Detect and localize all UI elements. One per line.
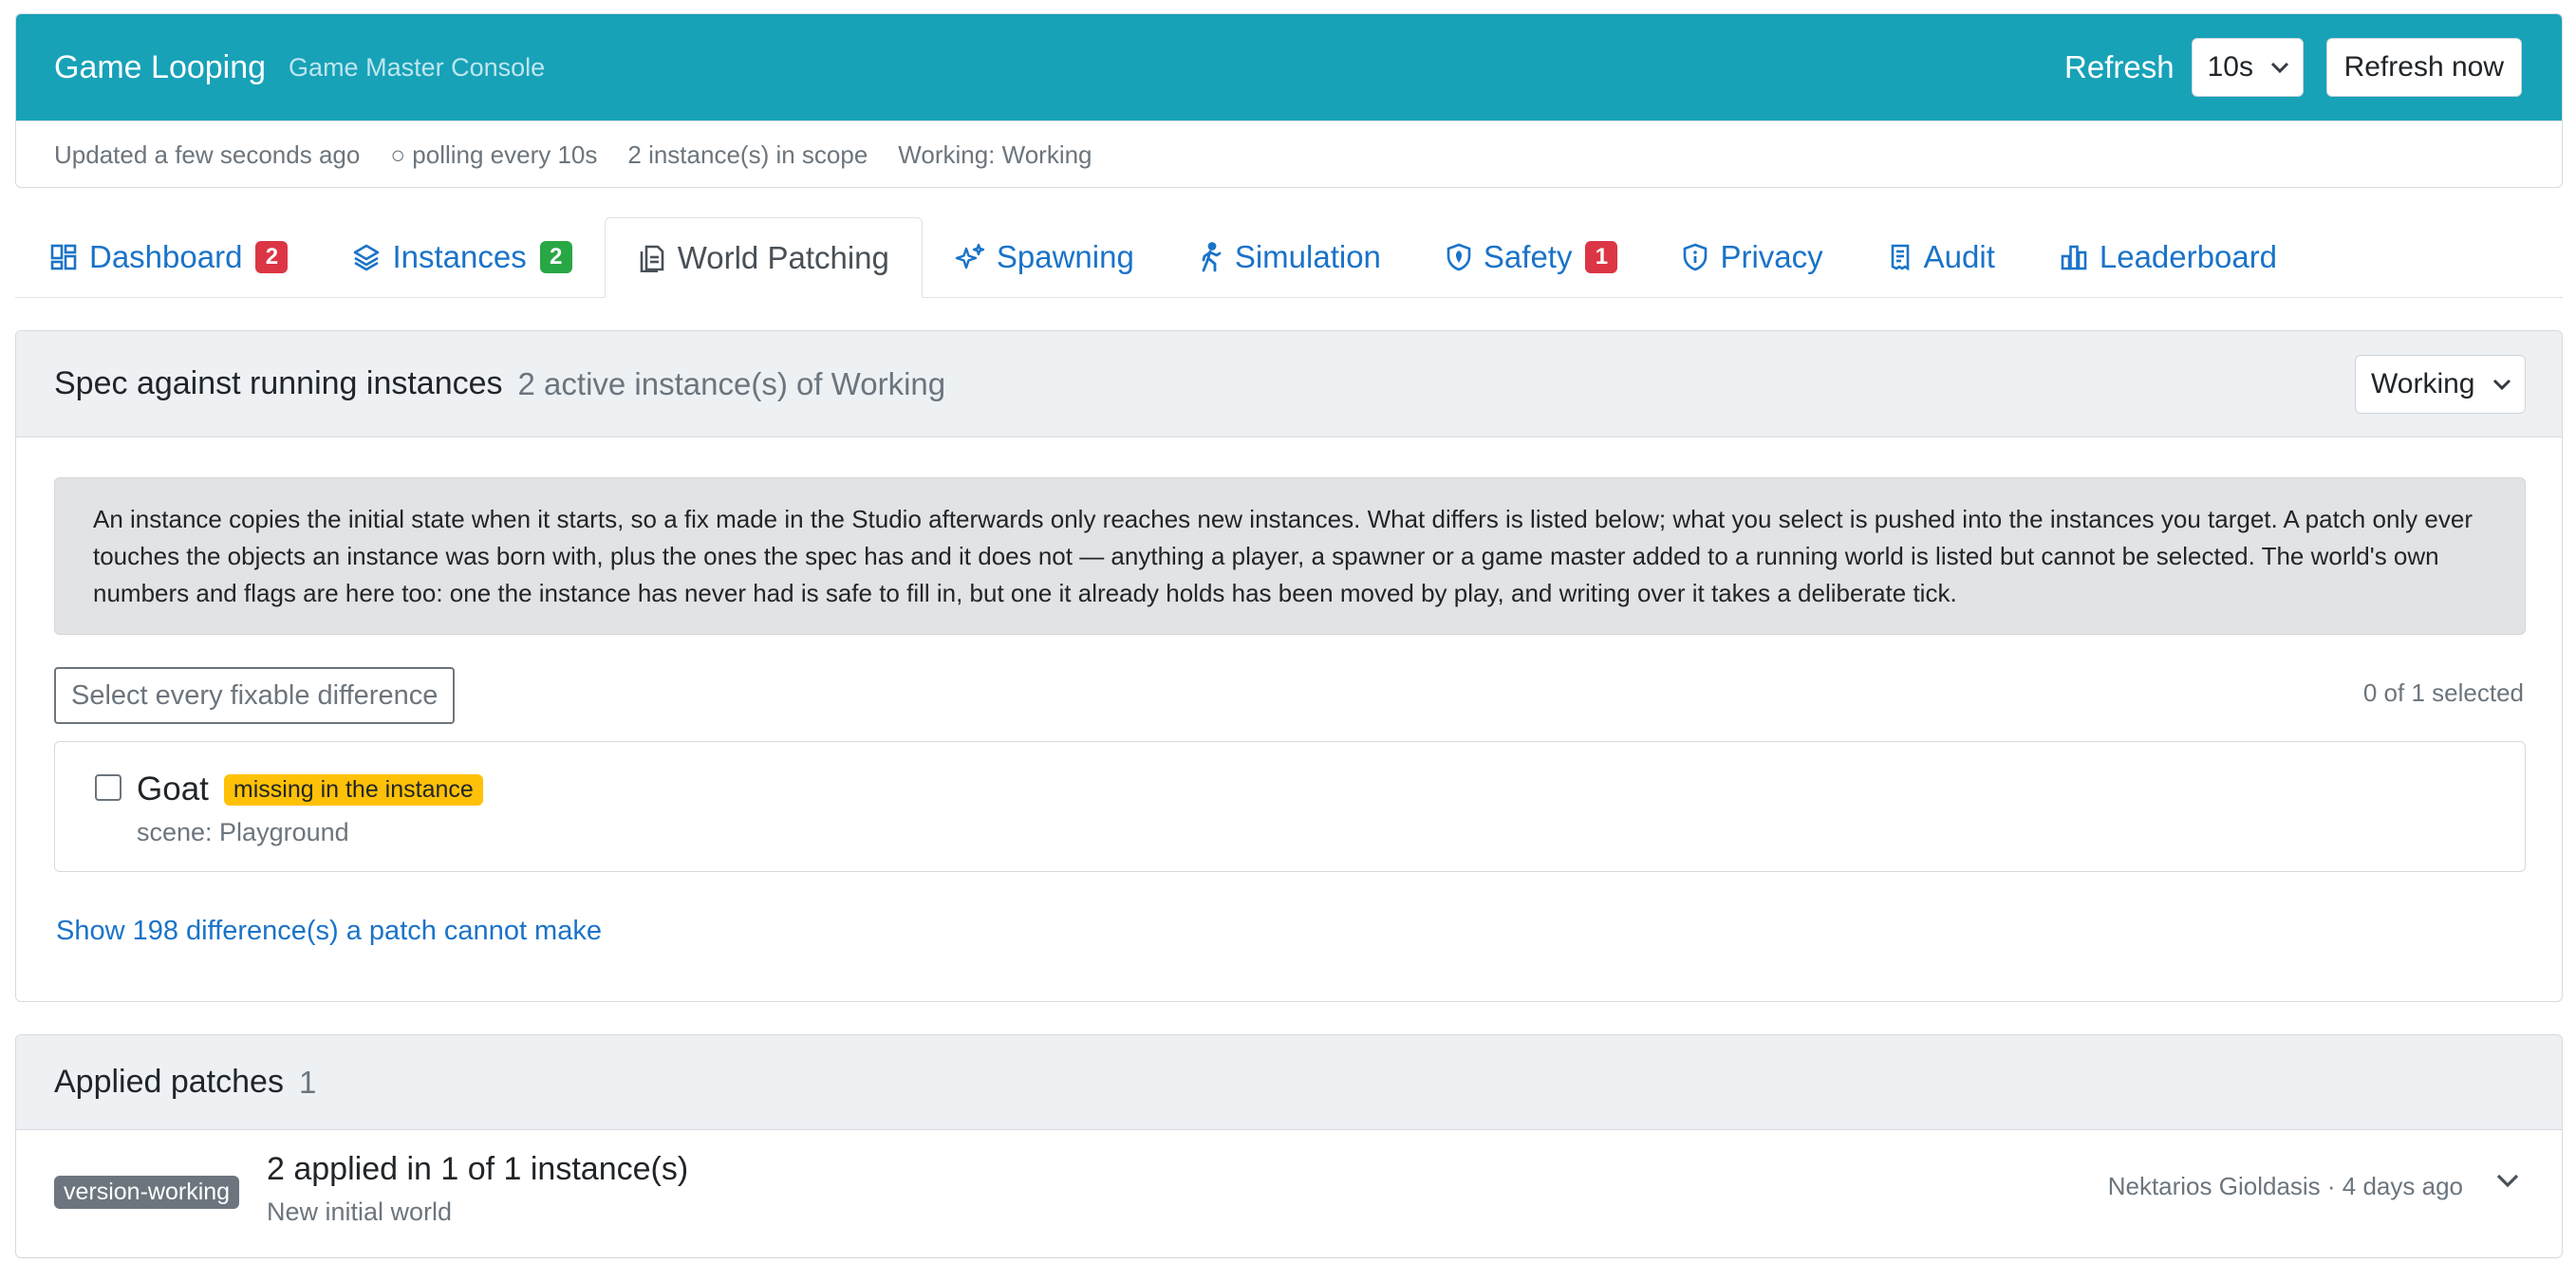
applied-patches-header: Applied patches 1	[16, 1035, 2562, 1130]
tab-privacy[interactable]: Privacy	[1650, 217, 1855, 297]
tab-world-patching[interactable]: World Patching	[604, 217, 923, 298]
refresh-label: Refresh	[2064, 49, 2175, 84]
instances-count-badge: 2	[539, 241, 572, 273]
patch-author-time: Nektarios Gioldasis · 4 days ago	[2107, 1172, 2463, 1200]
chevron-down-icon	[2492, 378, 2511, 391]
dashboard-count-badge: 2	[255, 241, 289, 273]
chevron-down-icon[interactable]	[2495, 1172, 2520, 1189]
selected-count: 0 of 1 selected	[2362, 678, 2524, 707]
tab-label: Spawning	[996, 239, 1134, 274]
patch-summary: 2 applied in 1 of 1 instance(s) New init…	[267, 1151, 688, 1227]
shield-icon	[1446, 243, 1472, 271]
updated-status: Updated a few seconds ago	[54, 140, 361, 169]
patch-description: New initial world	[267, 1197, 453, 1226]
tab-spawning[interactable]: Spawning	[923, 217, 1167, 297]
spec-subtitle: 2 active instance(s) of Working	[517, 365, 946, 401]
difference-checkbox[interactable]	[95, 774, 121, 801]
list-item: Goat missing in the instance scene: Play…	[95, 770, 483, 847]
spec-card-header: Spec against running instances 2 active …	[16, 331, 2562, 437]
tab-label: Dashboard	[89, 239, 243, 274]
tab-audit[interactable]: Audit	[1856, 217, 2027, 297]
status-badge: missing in the instance	[223, 773, 483, 806]
spec-title: Spec against running instances	[54, 365, 503, 401]
scope-status: 2 instance(s) in scope	[627, 140, 868, 169]
working-status: Working: Working	[898, 140, 1092, 169]
safety-count-badge: 1	[1585, 241, 1618, 273]
applied-patches-card: Applied patches 1 version-working 2 appl…	[15, 1034, 2563, 1258]
patch-title: 2 applied in 1 of 1 instance(s)	[267, 1151, 689, 1187]
receipt-icon	[1888, 243, 1913, 271]
info-alert: An instance copies the initial state whe…	[54, 477, 2526, 635]
refresh-interval-value: 10s	[2207, 51, 2253, 83]
show-unpatchable-differences-link[interactable]: Show 198 difference(s) a patch cannot ma…	[56, 916, 602, 947]
tab-dashboard[interactable]: Dashboard 2	[15, 217, 320, 297]
tab-instances[interactable]: Instances 2	[320, 217, 604, 297]
app-title[interactable]: Game Looping	[54, 49, 266, 86]
world-select-value: Working	[2371, 367, 2475, 399]
tab-label: Audit	[1923, 239, 1995, 274]
chevron-down-icon	[2270, 61, 2289, 74]
refresh-interval-select[interactable]: 10s	[2191, 38, 2304, 97]
layers-icon	[352, 243, 381, 271]
tab-label: Privacy	[1720, 239, 1823, 274]
sparkles-icon	[955, 243, 985, 271]
applied-patches-count: 1	[298, 1064, 317, 1100]
world-select[interactable]: Working	[2355, 354, 2526, 414]
difference-scene: scene: Playground	[137, 818, 349, 846]
tab-label: Instances	[392, 239, 527, 274]
tab-label: Safety	[1483, 239, 1573, 274]
document-patch-icon	[638, 244, 666, 272]
header-card: Game Looping Game Master Console Refresh…	[15, 13, 2563, 188]
patch-row[interactable]: version-working 2 applied in 1 of 1 inst…	[54, 1151, 2524, 1236]
select-all-fixable-button[interactable]: Select every fixable difference	[54, 667, 456, 724]
difference-name-row: Goat missing in the instance	[137, 770, 483, 808]
tab-label: Simulation	[1234, 239, 1381, 274]
tab-simulation[interactable]: Simulation	[1167, 217, 1413, 297]
spec-card: Spec against running instances 2 active …	[15, 330, 2563, 1002]
tab-safety[interactable]: Safety 1	[1413, 217, 1651, 297]
tab-label: World Patching	[677, 239, 889, 275]
top-bar: Game Looping Game Master Console Refresh…	[16, 14, 2562, 121]
polling-status: ○ polling every 10s	[390, 140, 598, 169]
refresh-controls: Refresh 10s Refresh now	[2064, 38, 2522, 97]
difference-details: Goat missing in the instance scene: Play…	[137, 770, 483, 847]
difference-name: Goat	[137, 770, 209, 808]
app-subtitle: Game Master Console	[289, 52, 546, 82]
walking-person-icon	[1199, 242, 1223, 272]
bar-chart-icon	[2060, 243, 2088, 271]
difference-list: Goat missing in the instance scene: Play…	[54, 741, 2526, 872]
main-tabs: Dashboard 2 Instances 2 World Patching S…	[15, 217, 2563, 298]
shield-info-icon	[1682, 243, 1708, 271]
applied-patches-title: Applied patches	[54, 1064, 284, 1100]
tab-leaderboard[interactable]: Leaderboard	[2027, 217, 2309, 297]
version-tag: version-working	[54, 1176, 240, 1209]
status-bar: Updated a few seconds ago ○ polling ever…	[16, 121, 2562, 187]
tab-label: Leaderboard	[2099, 239, 2278, 274]
dashboard-icon	[49, 243, 78, 271]
refresh-now-button[interactable]: Refresh now	[2325, 38, 2522, 97]
